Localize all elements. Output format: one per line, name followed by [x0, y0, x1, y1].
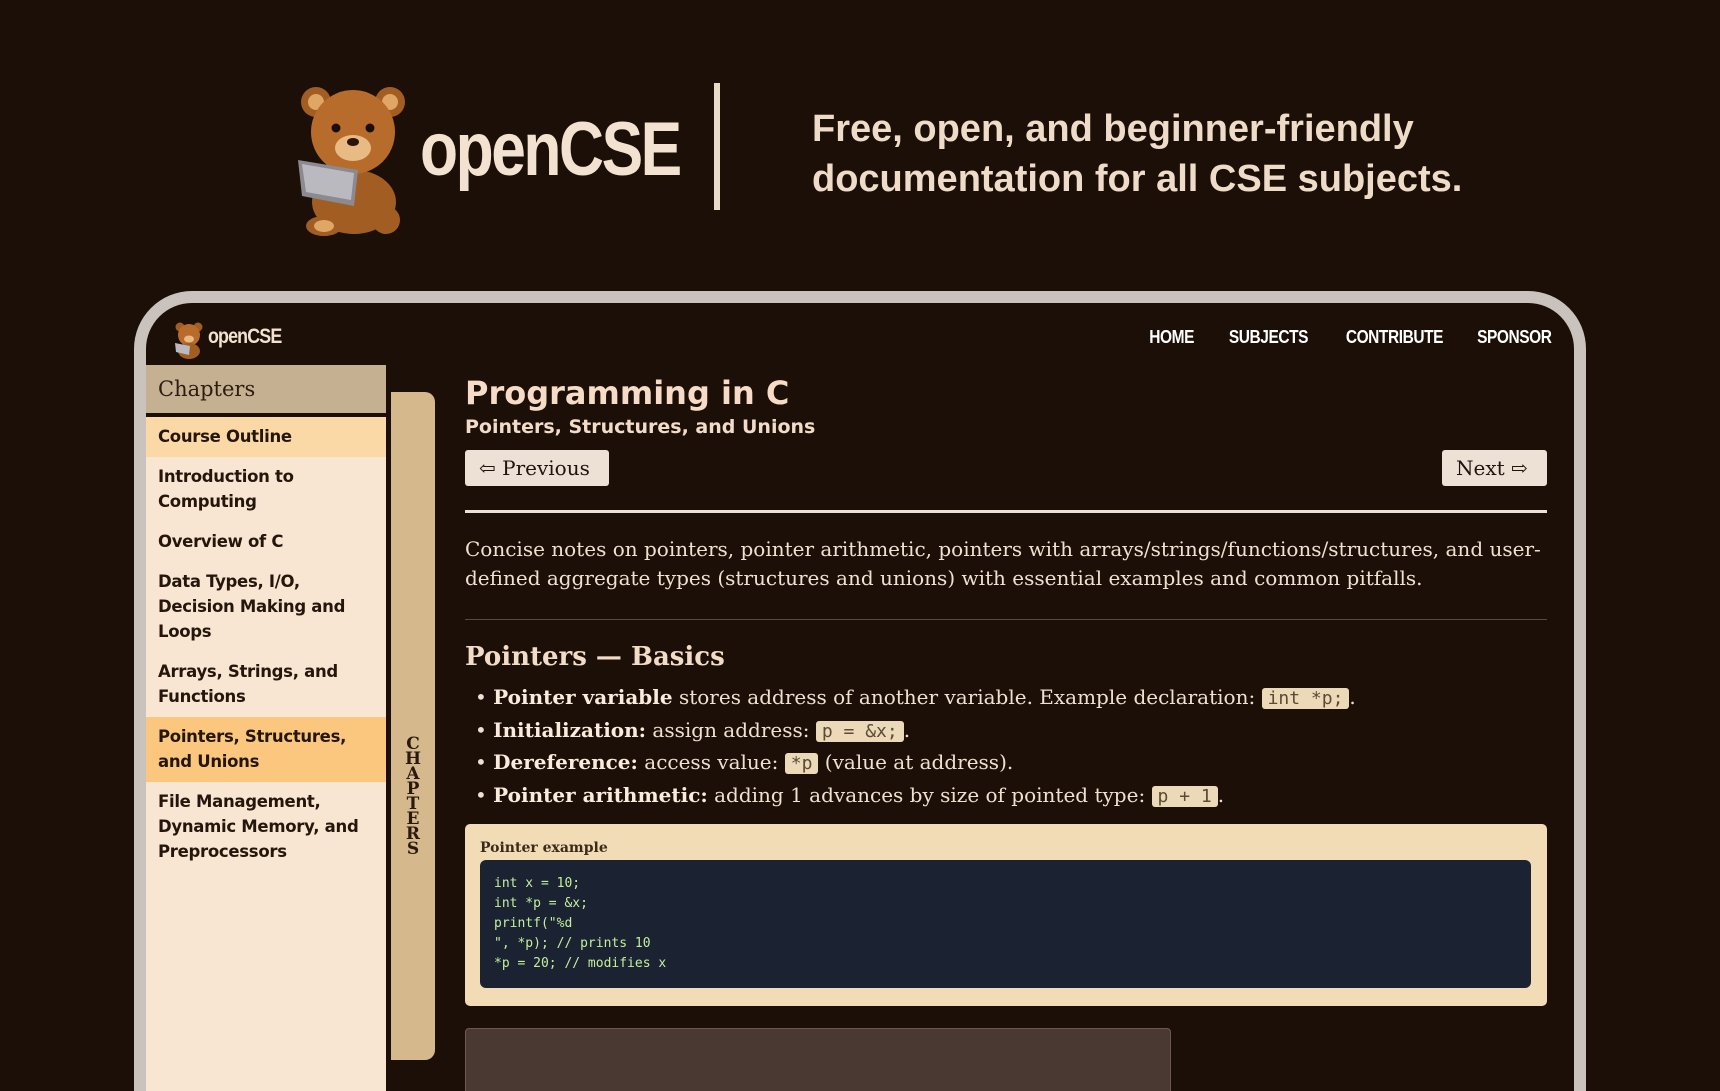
page-title: Programming in C: [465, 374, 790, 412]
bullet-suffix: .: [1217, 782, 1225, 807]
next-content-card: [465, 1028, 1171, 1091]
bullet-text: access value:: [637, 750, 785, 774]
chapters-toggle-tab[interactable]: CHAPTERS: [391, 392, 435, 1060]
chapters-tab-label: CHAPTERS: [391, 736, 435, 859]
nav-sponsor-link[interactable]: SPONSOR: [1478, 327, 1553, 348]
hero-tagline: Free, open, and beginner-friendly docume…: [812, 104, 1572, 204]
topbar-brand-name: openCSE: [208, 325, 282, 348]
inline-code: int *p;: [1261, 688, 1350, 709]
header-divider: [465, 510, 1547, 513]
chapter-list: Course Outline Introduction to Computing…: [146, 417, 386, 872]
chapter-course-outline[interactable]: Course Outline: [146, 417, 386, 457]
bullet-term: Initialization:: [493, 717, 647, 742]
chapter-data-types[interactable]: Data Types, I/O, Decision Making and Loo…: [146, 562, 386, 652]
nav-subjects-link[interactable]: SUBJECTS: [1229, 327, 1309, 348]
section-divider: [465, 619, 1547, 620]
tab-letter: S: [406, 839, 420, 859]
inline-code: *p: [784, 753, 819, 774]
list-item: Pointer arithmetic: adding 1 advances by…: [475, 780, 1547, 813]
pointer-basics-list: Pointer variable stores address of anoth…: [465, 682, 1547, 812]
arrow-left-icon: ⇦: [479, 456, 496, 480]
previous-label: Previous: [502, 456, 590, 480]
bullet-text: stores address of another variable. Exam…: [672, 685, 1262, 709]
top-navigation: HOME SUBJECTS CONTRIBUTE SPONSOR: [1142, 327, 1553, 348]
chapters-sidebar: Chapters Course Outline Introduction to …: [146, 365, 386, 1091]
chapter-file-management[interactable]: File Management, Dynamic Memory, and Pre…: [146, 782, 386, 872]
nav-contribute-link[interactable]: CONTRIBUTE: [1346, 327, 1444, 348]
page-subtitle: Pointers, Structures, and Unions: [465, 416, 816, 438]
bullet-term: Pointer arithmetic:: [493, 782, 708, 807]
bullet-term: Dereference:: [493, 750, 638, 774]
chapter-pointers-active[interactable]: Pointers, Structures, and Unions: [146, 717, 386, 782]
previous-button[interactable]: ⇦ Previous: [465, 450, 609, 486]
inline-code: p + 1: [1151, 785, 1218, 807]
chapter-arrays-strings[interactable]: Arrays, Strings, and Functions: [146, 652, 386, 717]
hero-brand-name: openCSE: [420, 107, 682, 192]
main-content: Programming in C Pointers, Structures, a…: [465, 373, 1547, 1091]
inline-code: p = &x;: [815, 720, 904, 742]
sidebar-heading: Chapters: [146, 365, 386, 417]
bullet-text: adding 1 advances by size of pointed typ…: [707, 782, 1152, 807]
chapter-intro-computing[interactable]: Introduction to Computing: [146, 457, 386, 522]
next-label: Next: [1456, 456, 1505, 480]
intro-paragraph: Concise notes on pointers, pointer arith…: [465, 537, 1541, 590]
hero-divider: [714, 83, 720, 210]
chapter-overview-c[interactable]: Overview of C: [146, 522, 386, 562]
next-button[interactable]: Next ⇨: [1442, 450, 1547, 486]
section-heading: Pointers — Basics: [465, 642, 725, 672]
bullet-text: assign address:: [646, 717, 816, 742]
hero-tagline-line2: documentation for all CSE subjects.: [812, 158, 1463, 200]
bullet-suffix: (value at address).: [818, 750, 1014, 774]
list-item: Dereference: access value: *p (value at …: [475, 747, 1547, 780]
nav-home-link[interactable]: HOME: [1150, 327, 1195, 348]
example-label: Pointer example: [480, 840, 608, 856]
hero-tagline-line1: Free, open, and beginner-friendly: [812, 108, 1414, 150]
bullet-suffix: .: [1349, 685, 1356, 709]
arrow-right-icon: ⇨: [1511, 456, 1528, 480]
bullet-term: Pointer variable: [493, 685, 673, 709]
chapter-nav-buttons: ⇦ Previous Next ⇨: [465, 450, 1547, 488]
list-item: Initialization: assign address: p = &x;.: [475, 715, 1547, 748]
device-frame: openCSE HOME SUBJECTS CONTRIBUTE SPONSOR…: [134, 291, 1586, 1091]
app-screen: openCSE HOME SUBJECTS CONTRIBUTE SPONSOR…: [146, 303, 1574, 1091]
code-block[interactable]: int x = 10; int *p = &x; printf("%d ", *…: [480, 860, 1531, 988]
pointer-example-card: Pointer example int x = 10; int *p = &x;…: [465, 824, 1547, 1006]
bullet-suffix: .: [903, 717, 911, 742]
list-item: Pointer variable stores address of anoth…: [475, 682, 1547, 715]
